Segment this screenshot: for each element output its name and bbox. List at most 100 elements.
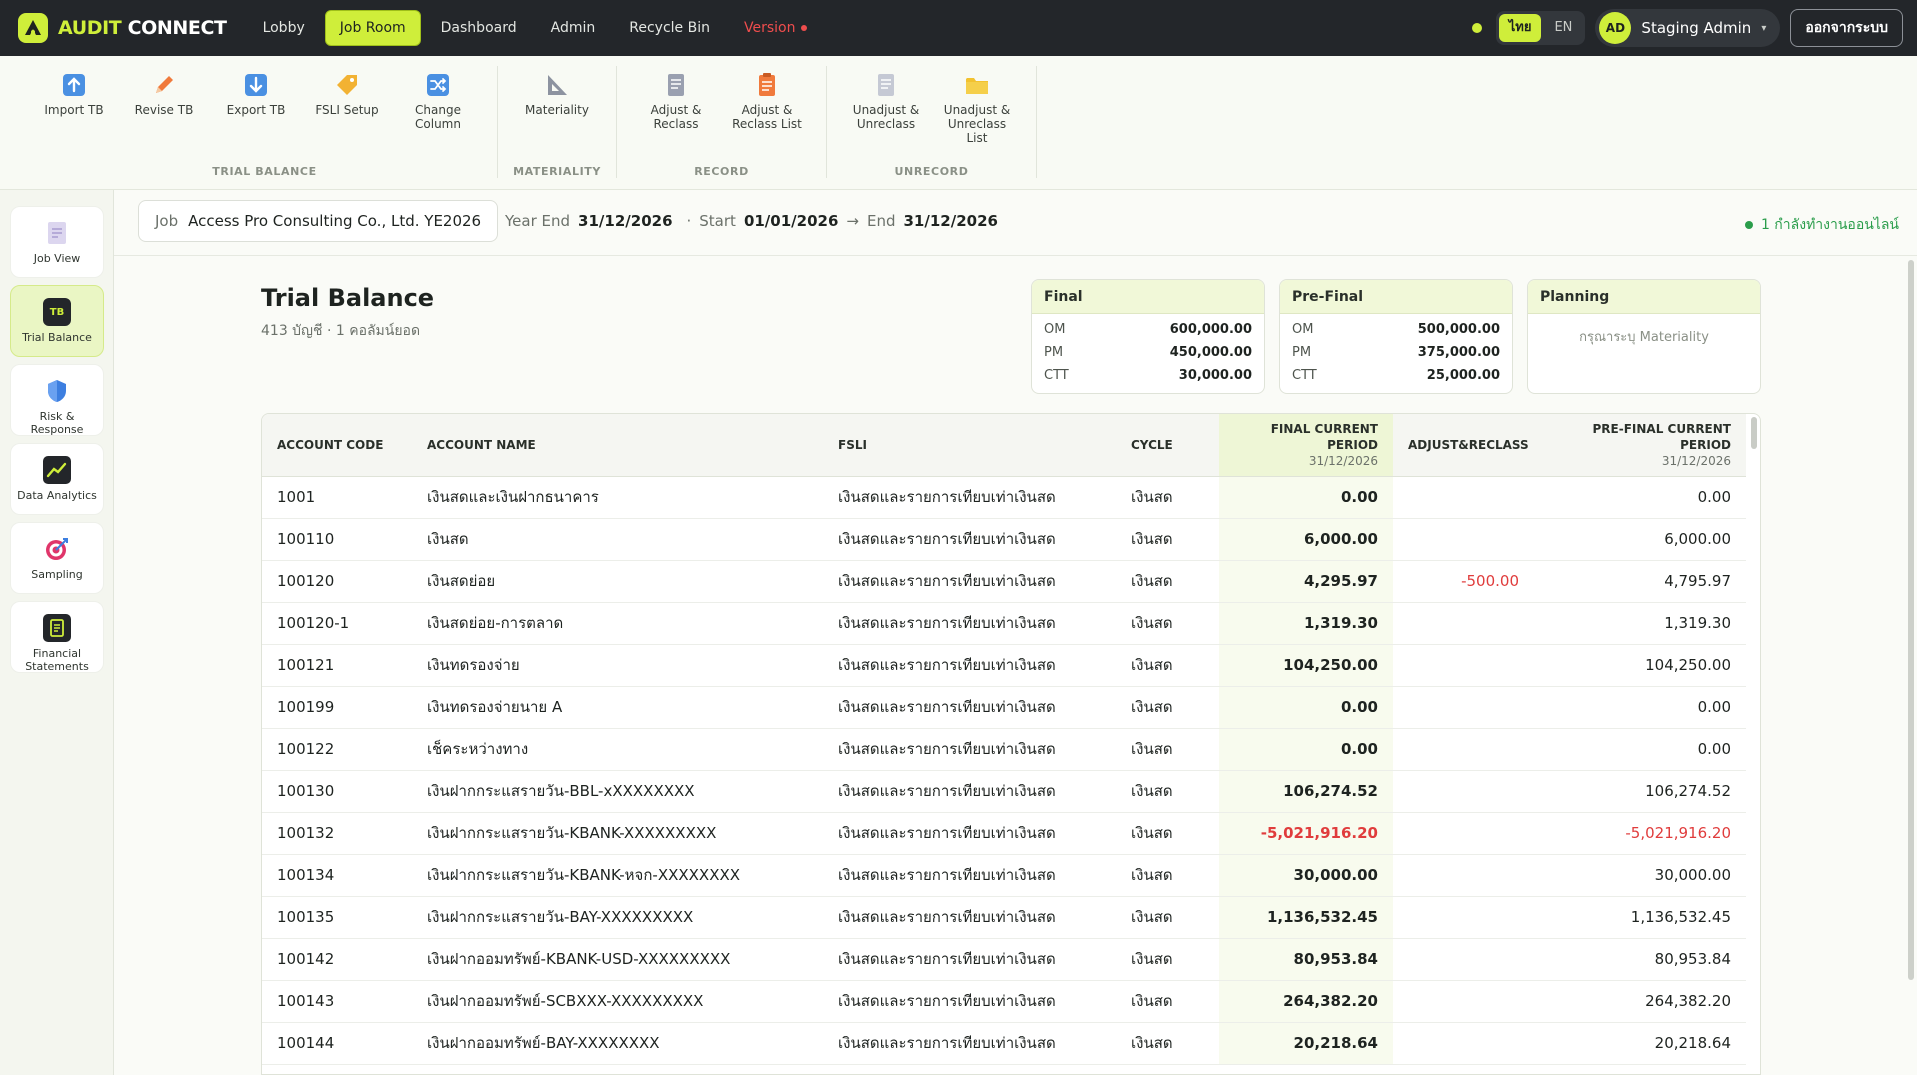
table-row[interactable]: 100122 เช็คระหว่างทาง เงินสดและรายการเทียบ…	[262, 728, 1746, 770]
materiality-empty-hint: กรุณาระบุ Materiality	[1579, 330, 1709, 345]
table-row[interactable]: 100142 เงินฝากออมทรัพย์-KBANK-USD-XXXXXXX…	[262, 938, 1746, 980]
unadjust-unreclass-label-line2: Unreclass	[856, 117, 916, 131]
materiality-card-planning[interactable]: Planning กรุณาระบุ Materiality	[1527, 279, 1761, 394]
job-period: Year End 31/12/2026 · Start 01/01/2026 →…	[505, 212, 998, 230]
cell-adjust-reclass: -500.00	[1461, 572, 1519, 590]
user-menu[interactable]: AD Staging Admin ▾	[1595, 9, 1781, 47]
revise-tb-button[interactable]: Revise TB	[122, 72, 206, 117]
materiality-row-om: OM 500,000.00	[1280, 318, 1512, 341]
cell-final-current-period: 30,000.00	[1219, 854, 1393, 896]
cell-account-code: 100130	[277, 782, 335, 800]
cell-adjust-reclass	[1393, 686, 1534, 728]
table-scrollbar[interactable]	[1751, 417, 1757, 449]
cell-final-current-period: 20,218.64	[1219, 1022, 1393, 1064]
col-adjust-reclass[interactable]: ADJUST&RECLASS	[1393, 414, 1534, 477]
cell-final-current-period: 0.00	[1219, 476, 1393, 518]
cell-pre-final-current-period: 104,250.00	[1645, 656, 1731, 674]
table-row[interactable]: 100132 เงินฝากกระแสรายวัน-KBANK-XXXXXXXXX…	[262, 812, 1746, 854]
unadjust-unreclass-list-button[interactable]: Unadjust & Unreclass List	[935, 72, 1019, 145]
cell-fsli: เงินสดและรายการเทียบเท่าเงินสด	[838, 740, 1056, 758]
cell-fsli: เงินสดและรายการเทียบเท่าเงินสด	[838, 614, 1056, 632]
col-cycle[interactable]: CYCLE	[1116, 414, 1219, 477]
nav-version[interactable]: Version	[730, 10, 821, 46]
avatar: AD	[1599, 12, 1632, 44]
table-row[interactable]: 1001 เงินสดและเงินฝากธนาคาร เงินสดและรายกา…	[262, 476, 1746, 518]
table-row[interactable]: 100199 เงินทดรองจ่ายนาย A เงินสดและรายการเ…	[262, 686, 1746, 728]
table-row[interactable]: 100121 เงินทดรองจ่าย เงินสดและรายการเทียบเ…	[262, 644, 1746, 686]
cell-cycle: เงินสด	[1131, 614, 1173, 632]
nav-lobby[interactable]: Lobby	[249, 10, 319, 46]
table-row[interactable]: 100110 เงินสด เงินสดและรายการเทียบเท่าเงิน…	[262, 518, 1746, 560]
table-row[interactable]: 100120 เงินสดย่อย เงินสดและรายการเทียบเท่า…	[262, 560, 1746, 602]
ribbon-group-title-trial-balance: TRIAL BALANCE	[212, 165, 317, 178]
sidebar-item-trial-balance[interactable]: TB Trial Balance	[10, 285, 104, 357]
materiality-label: Materiality	[525, 103, 589, 117]
cell-account-name: เงินทดรองจ่ายนาย A	[427, 698, 563, 716]
cell-final-current-period: 0.00	[1219, 686, 1393, 728]
col-fsli[interactable]: FSLI	[823, 414, 1116, 477]
materiality-button[interactable]: Materiality	[515, 72, 599, 117]
col-pre-final-current-period[interactable]: PRE-FINAL CURRENT PERIOD 31/12/2026	[1534, 414, 1746, 477]
sidebar-item-financial-statements[interactable]: Financial Statements	[10, 601, 104, 673]
cell-adjust-reclass	[1393, 476, 1534, 518]
sidebar-item-job-view[interactable]: Job View	[10, 206, 104, 278]
sidebar-item-sampling[interactable]: Sampling	[10, 522, 104, 594]
materiality-key: PM	[1292, 345, 1312, 360]
nav-recycle-bin[interactable]: Recycle Bin	[615, 10, 724, 46]
col-account-name[interactable]: ACCOUNT NAME	[412, 414, 823, 477]
cell-final-current-period: 6,000.00	[1219, 518, 1393, 560]
cell-adjust-reclass	[1393, 812, 1534, 854]
materiality-card-title: Final	[1032, 280, 1264, 314]
brand-name-part1: AUDIT	[58, 17, 122, 39]
lang-en-button[interactable]: EN	[1544, 14, 1582, 42]
cell-account-name: เงินฝากกระแสรายวัน-KBANK-หจก-XXXXXXXX	[427, 866, 741, 884]
materiality-key: OM	[1292, 322, 1314, 337]
cell-adjust-reclass	[1393, 728, 1534, 770]
sidebar-item-risk-response[interactable]: Risk & Response	[10, 364, 104, 436]
materiality-row-ctt: CTT 30,000.00	[1032, 364, 1264, 387]
cell-account-name: เงินฝากออมทรัพย์-KBANK-USD-XXXXXXXXX	[427, 950, 731, 968]
sidebar-item-label: Financial Statements	[11, 647, 103, 673]
export-tb-button[interactable]: Export TB	[214, 72, 298, 117]
table-row[interactable]: 100120-1 เงินสดย่อย-การตลาด เงินสดและรายกา…	[262, 602, 1746, 644]
cell-pre-final-current-period: 106,274.52	[1645, 782, 1731, 800]
unadjust-unreclass-button[interactable]: Unadjust & Unreclass	[844, 72, 928, 131]
fsli-setup-button[interactable]: FSLI Setup	[305, 72, 389, 117]
adjust-reclass-button[interactable]: Adjust & Reclass	[634, 72, 718, 131]
cell-cycle: เงินสด	[1131, 950, 1173, 968]
page-scrollbar[interactable]	[1908, 260, 1914, 980]
cell-account-name: เงินสดย่อย-การตลาด	[427, 614, 564, 632]
sidebar-item-data-analytics[interactable]: Data Analytics	[10, 443, 104, 515]
cell-account-name: เงินสด	[427, 530, 469, 548]
import-icon	[63, 74, 85, 96]
import-tb-button[interactable]: Import TB	[32, 72, 116, 117]
cell-account-code: 100199	[277, 698, 335, 716]
cell-final-current-period: -5,021,916.20	[1219, 812, 1393, 854]
change-column-button[interactable]: Change Column	[396, 72, 480, 131]
end-label: End	[866, 212, 896, 230]
nav-job-room[interactable]: Job Room	[324, 10, 421, 46]
table-row[interactable]: 100135 เงินฝากกระแสรายวัน-BAY-XXXXXXXXX เง…	[262, 896, 1746, 938]
cell-account-name: เงินสดและเงินฝากธนาคาร	[427, 488, 599, 506]
chevron-down-icon: ▾	[1761, 22, 1767, 34]
nav-dashboard[interactable]: Dashboard	[427, 10, 531, 46]
col-final-current-period[interactable]: FINAL CURRENT PERIOD 31/12/2026	[1219, 414, 1393, 477]
nav-admin[interactable]: Admin	[537, 10, 610, 46]
end-value: 31/12/2026	[903, 212, 998, 230]
job-selector[interactable]: Job Access Pro Consulting Co., Ltd. YE20…	[138, 200, 499, 242]
materiality-row-pm: PM 450,000.00	[1032, 341, 1264, 364]
logout-button[interactable]: ออกจากระบบ	[1790, 9, 1903, 47]
cell-cycle: เงินสด	[1131, 824, 1173, 842]
table-row[interactable]: 100144 เงินฝากออมทรัพย์-BAY-XXXXXXXX เงินส…	[262, 1022, 1746, 1064]
col-final-title: FINAL CURRENT PERIOD	[1270, 421, 1378, 452]
sidebar-item-label: Risk & Response	[11, 410, 103, 436]
lang-thai-button[interactable]: ไทย	[1498, 14, 1542, 42]
table-row[interactable]: 100130 เงินฝากกระแสรายวัน-BBL-xXXXXXXXX เง…	[262, 770, 1746, 812]
materiality-row-ctt: CTT 25,000.00	[1280, 364, 1512, 387]
adjust-reclass-list-button[interactable]: Adjust & Reclass List	[725, 72, 809, 131]
brand[interactable]: AUDIT CONNECT	[18, 13, 227, 43]
table-row[interactable]: 100143 เงินฝากออมทรัพย์-SCBXXX-XXXXXXXXX เ…	[262, 980, 1746, 1022]
table-row[interactable]: 100134 เงินฝากกระแสรายวัน-KBANK-หจก-XXXXX…	[262, 854, 1746, 896]
col-account-code[interactable]: ACCOUNT CODE	[262, 414, 412, 477]
cell-pre-final-current-period: 6,000.00	[1664, 530, 1731, 548]
